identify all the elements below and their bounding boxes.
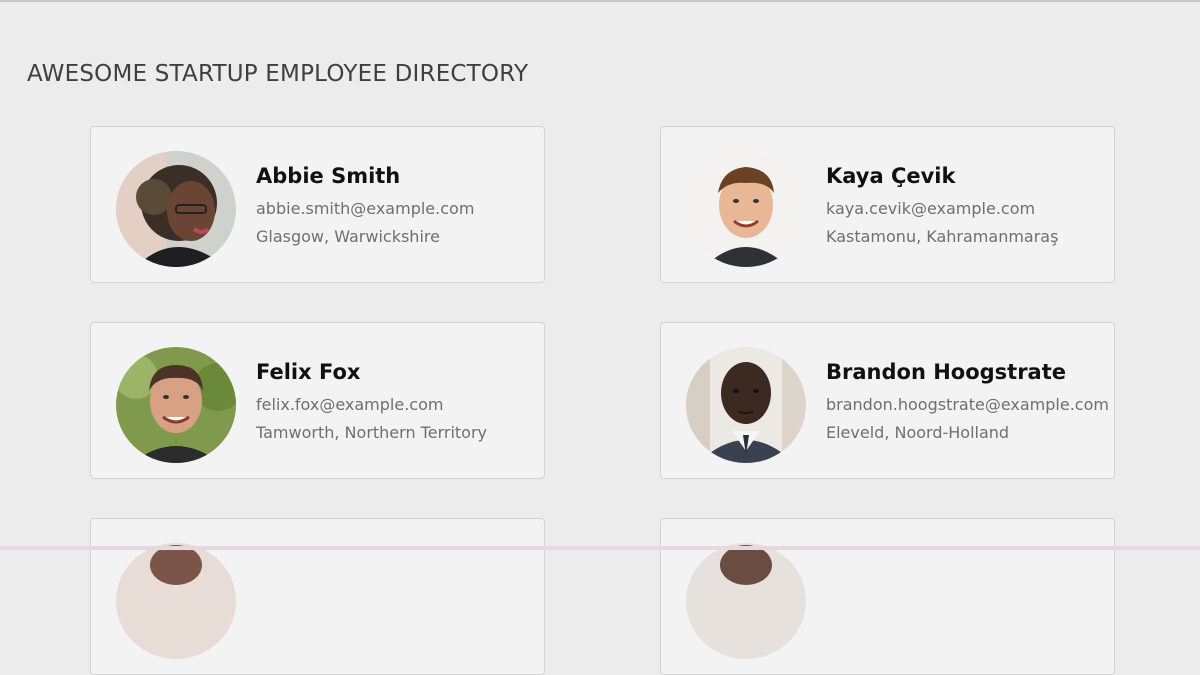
employee-location: Glasgow, Warwickshire — [256, 227, 440, 246]
employee-card[interactable] — [660, 518, 1115, 675]
bottom-divider — [0, 546, 1200, 550]
employee-email: abbie.smith@example.com — [256, 199, 475, 218]
avatar[interactable] — [116, 543, 236, 659]
employee-email: kaya.cevik@example.com — [826, 199, 1036, 218]
employee-location: Kastamonu, Kahramanmaraş — [826, 227, 1059, 246]
avatar[interactable] — [686, 543, 806, 659]
page-title: AWESOME STARTUP EMPLOYEE DIRECTORY — [27, 61, 529, 87]
employee-location: Tamworth, Northern Territory — [256, 423, 487, 442]
avatar[interactable] — [686, 347, 806, 463]
employee-card[interactable]: Brandon Hoogstrate brandon.hoogstrate@ex… — [660, 322, 1115, 479]
employee-name: Kaya Çevik — [826, 164, 956, 188]
employee-card[interactable]: Felix Fox felix.fox@example.com Tamworth… — [90, 322, 545, 479]
employee-email: brandon.hoogstrate@example.com — [826, 395, 1109, 414]
employee-card[interactable] — [90, 518, 545, 675]
avatar[interactable] — [686, 151, 806, 267]
employee-location: Eleveld, Noord-Holland — [826, 423, 1010, 442]
employee-name: Felix Fox — [256, 360, 361, 384]
employee-name: Brandon Hoogstrate — [826, 360, 1067, 384]
top-divider — [0, 0, 1200, 2]
employee-card[interactable]: Kaya Çevik kaya.cevik@example.com Kastam… — [660, 126, 1115, 283]
avatar[interactable] — [116, 347, 236, 463]
employee-name: Abbie Smith — [256, 164, 401, 188]
employee-card[interactable]: Abbie Smith abbie.smith@example.com Glas… — [90, 126, 545, 283]
employee-email: felix.fox@example.com — [256, 395, 444, 414]
avatar[interactable] — [116, 151, 236, 267]
